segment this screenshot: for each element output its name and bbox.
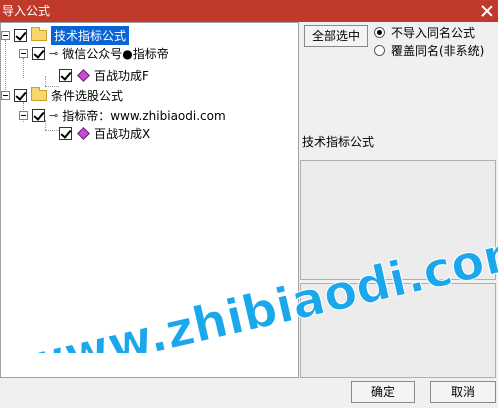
folder-icon — [31, 26, 47, 41]
cancel-button[interactable]: 取消 — [430, 381, 496, 403]
formula-description-panel — [300, 160, 496, 280]
tree-node-formula-f[interactable]: 百战功成F — [59, 66, 149, 84]
radio-overwrite-label: 覆盖同名(非系统) — [391, 43, 485, 58]
checkbox-icon[interactable] — [59, 126, 72, 140]
formula-tree[interactable]: 技术指标公式 ⊸ 微信公众号●指标帝 百战功成F 条件选股公式 ⊸ 指标帝：ww… — [0, 22, 299, 378]
tree-node-formula-x[interactable]: 百战功成X — [59, 124, 150, 142]
tree-node-wechat[interactable]: ⊸ 微信公众号●指标帝 — [19, 44, 169, 62]
tree-node-tech-indicators[interactable]: 技术指标公式 — [1, 25, 130, 45]
formula-detail-panel — [300, 283, 496, 378]
window-title: 导入公式 — [2, 4, 51, 18]
tree-node-label: 指标帝：www.zhibiaodi.com — [62, 108, 226, 123]
tree-node-stock-picking[interactable]: 条件选股公式 — [1, 86, 123, 104]
tree-node-label: 技术指标公式 — [51, 25, 130, 45]
tree-node-zhibiaodi[interactable]: ⊸ 指标帝：www.zhibiaodi.com — [19, 106, 226, 124]
expander-icon[interactable] — [19, 48, 28, 58]
tree-node-label: 百战功成F — [94, 68, 149, 83]
checkbox-icon[interactable] — [14, 88, 27, 102]
formula-icon — [77, 126, 90, 140]
radio-icon[interactable] — [374, 44, 385, 56]
radio-overwrite[interactable]: 覆盖同名(非系统) — [374, 42, 484, 58]
tree-node-label: 微信公众号●指标帝 — [62, 46, 169, 61]
key-icon: ⊸ — [49, 108, 59, 122]
checkbox-icon[interactable] — [32, 108, 45, 122]
radio-no-import[interactable]: 不导入同名公式 — [374, 24, 475, 40]
ok-button[interactable]: 确定 — [351, 381, 415, 403]
tree-node-label: 百战功成X — [94, 126, 151, 141]
expander-icon[interactable] — [1, 30, 10, 40]
folder-icon — [31, 86, 47, 101]
close-icon[interactable] — [476, 0, 498, 22]
tree-connector — [45, 76, 46, 86]
radio-no-import-label: 不导入同名公式 — [391, 25, 476, 40]
tree-connector — [45, 130, 59, 131]
formula-type-text: 技术指标公式 — [302, 135, 375, 149]
title-bar: 导入公式 — [0, 0, 498, 22]
checkbox-icon[interactable] — [32, 46, 45, 60]
checkbox-icon[interactable] — [14, 28, 27, 42]
key-icon: ⊸ — [49, 46, 59, 60]
select-all-button[interactable]: 全部选中 — [304, 25, 368, 47]
radio-icon[interactable] — [374, 26, 385, 38]
expander-icon[interactable] — [1, 90, 10, 100]
tree-node-label: 条件选股公式 — [51, 88, 124, 103]
formula-type-label: 技术指标公式 — [300, 132, 496, 158]
expander-icon[interactable] — [19, 110, 28, 120]
checkbox-icon[interactable] — [59, 68, 72, 82]
formula-icon — [77, 68, 90, 82]
